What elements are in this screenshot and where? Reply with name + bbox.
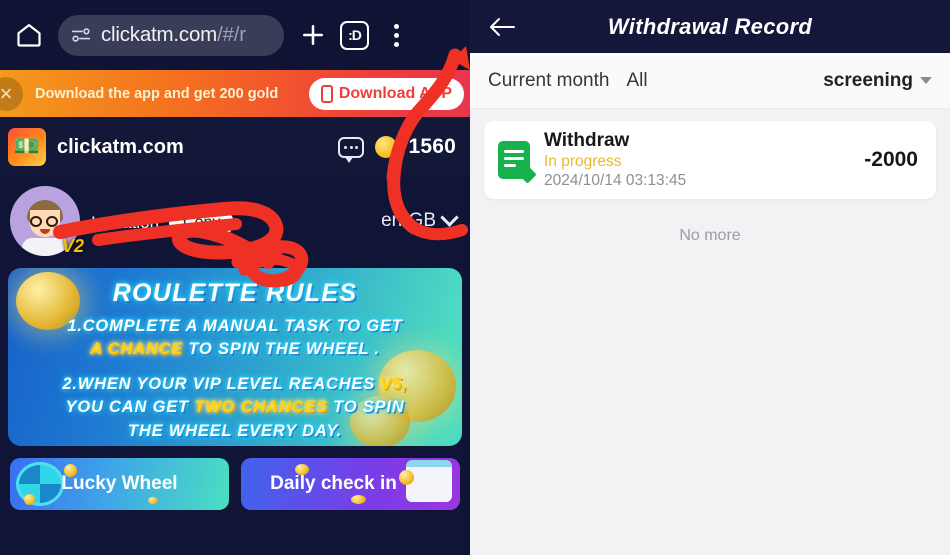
url-host: clickatm.com bbox=[101, 23, 218, 46]
record-list: Withdraw In progress 2024/10/14 03:13:45… bbox=[470, 109, 950, 555]
avatar-glasses-left bbox=[30, 215, 42, 227]
site-header: 💵 clickatm.com 1560 bbox=[0, 117, 470, 177]
rules-line-1b-rest: TO SPIN THE WHEEL . bbox=[182, 340, 380, 359]
screenshot-root: clickatm.com/#/r :D × Download the app a… bbox=[0, 0, 950, 555]
rules-line-2a: 2.WHEN YOUR VIP LEVEL REACHES V5, bbox=[62, 373, 407, 396]
download-app-button[interactable]: Download APP bbox=[308, 77, 464, 110]
profile-texts: Invitation Copy bbox=[91, 206, 235, 235]
download-app-label: Download APP bbox=[338, 84, 452, 102]
copy-button[interactable]: Copy bbox=[169, 211, 235, 235]
decorative-coin-icon bbox=[351, 495, 366, 504]
triangle-down-icon bbox=[920, 77, 932, 84]
rules-line-1b: A CHANCE TO SPIN THE WHEEL . bbox=[67, 338, 402, 361]
decorative-coin-icon bbox=[24, 494, 35, 505]
withdrawal-record-header: Withdrawal Record bbox=[470, 0, 950, 53]
record-amount: -2000 bbox=[864, 148, 918, 171]
vip-level-badge: V2 bbox=[61, 235, 84, 256]
filter-current-month[interactable]: Current month bbox=[488, 70, 609, 92]
rules-line-2c: THE WHEEL EVERY DAY. bbox=[127, 421, 343, 440]
browser-toolbar: clickatm.com/#/r :D bbox=[0, 0, 470, 70]
tab-count-badge[interactable]: :D bbox=[340, 20, 369, 50]
url-path: /#/r bbox=[217, 23, 246, 46]
site-name: clickatm.com bbox=[57, 135, 184, 158]
list-end-label: No more bbox=[679, 227, 741, 244]
rules-paragraph-1: 1.COMPLETE A MANUAL TASK TO GET A CHANCE… bbox=[67, 315, 402, 362]
gold-coin-icon bbox=[375, 136, 398, 158]
download-banner-text: Download the app and get 200 gold bbox=[35, 85, 279, 102]
document-edit-icon bbox=[498, 141, 530, 179]
chat-bubble-icon[interactable] bbox=[338, 136, 365, 163]
screening-dropdown[interactable]: screening bbox=[823, 70, 932, 92]
record-details: Withdraw In progress 2024/10/14 03:13:45 bbox=[544, 130, 686, 190]
rules-highlight-v5: V5, bbox=[380, 374, 408, 393]
rules-line-2b-post: TO SPIN bbox=[327, 398, 405, 417]
decorative-coin-icon bbox=[295, 464, 309, 475]
withdrawal-record-panel: Withdrawal Record Current month All scre… bbox=[470, 0, 950, 555]
language-selector[interactable]: en-GB bbox=[381, 208, 459, 232]
status-badge: In progress bbox=[544, 153, 622, 170]
roulette-rules-banner: ROULETTE RULES 1.COMPLETE A MANUAL TASK … bbox=[8, 268, 462, 446]
money-stack-icon: 💵 bbox=[8, 128, 46, 166]
rules-paragraph-2: 2.WHEN YOUR VIP LEVEL REACHES V5, YOU CA… bbox=[62, 373, 407, 443]
rules-line-2b-pre: YOU CAN GET bbox=[65, 398, 195, 417]
phone-icon bbox=[320, 84, 333, 103]
daily-checkin-button[interactable]: Daily check in bbox=[241, 458, 460, 510]
screening-label: screening bbox=[823, 69, 913, 91]
rules-line-2b: YOU CAN GET TWO CHANCES TO SPIN bbox=[62, 396, 407, 419]
record-title: Withdraw bbox=[544, 130, 630, 151]
profile-row: V2 Invitation Copy en-GB bbox=[0, 177, 470, 264]
home-icon[interactable] bbox=[10, 16, 48, 54]
rules-highlight-chance: A CHANCE bbox=[90, 340, 183, 359]
site-settings-icon bbox=[72, 28, 90, 42]
lucky-wheel-label: Lucky Wheel bbox=[61, 473, 178, 494]
coin-balance: 1560 bbox=[408, 135, 456, 158]
back-arrow-icon[interactable] bbox=[488, 15, 516, 39]
url-text: clickatm.com/#/r bbox=[101, 23, 246, 47]
rules-highlight-two-chances: TWO CHANCES bbox=[194, 398, 328, 417]
rules-line-2a-pre: 2.WHEN YOUR VIP LEVEL REACHES bbox=[62, 374, 381, 393]
decorative-coin-icon bbox=[399, 470, 414, 485]
filter-type-all[interactable]: All bbox=[626, 70, 647, 92]
mobile-browser-panel: clickatm.com/#/r :D × Download the app a… bbox=[0, 0, 470, 555]
invitation-line: Invitation Copy bbox=[91, 211, 235, 235]
record-timestamp: 2024/10/14 03:13:45 bbox=[544, 172, 687, 189]
invitation-label: Invitation bbox=[91, 213, 160, 232]
decorative-coin-icon bbox=[148, 497, 158, 504]
app-download-banner: × Download the app and get 200 gold Down… bbox=[0, 70, 470, 117]
avatar[interactable]: V2 bbox=[10, 185, 84, 256]
close-icon[interactable]: × bbox=[0, 76, 23, 111]
daily-checkin-label: Daily check in bbox=[270, 473, 397, 494]
language-label: en-GB bbox=[381, 209, 436, 231]
page-title: Withdrawal Record bbox=[607, 13, 813, 39]
record-row[interactable]: Withdraw In progress 2024/10/14 03:13:45… bbox=[484, 121, 936, 199]
lucky-wheel-button[interactable]: Lucky Wheel bbox=[10, 458, 229, 510]
new-tab-icon[interactable] bbox=[296, 18, 330, 52]
filter-bar: Current month All screening bbox=[470, 53, 950, 109]
avatar-glasses-right bbox=[46, 215, 58, 227]
rules-line-1a: 1.COMPLETE A MANUAL TASK TO GET bbox=[67, 317, 403, 335]
rules-title: ROULETTE RULES bbox=[112, 279, 358, 307]
address-bar[interactable]: clickatm.com/#/r bbox=[58, 14, 284, 56]
quick-action-row: Lucky Wheel Daily check in bbox=[10, 458, 460, 510]
chevron-down-icon bbox=[440, 208, 459, 227]
site-header-actions: 1560 bbox=[338, 135, 456, 163]
kebab-menu-icon[interactable] bbox=[381, 23, 411, 47]
